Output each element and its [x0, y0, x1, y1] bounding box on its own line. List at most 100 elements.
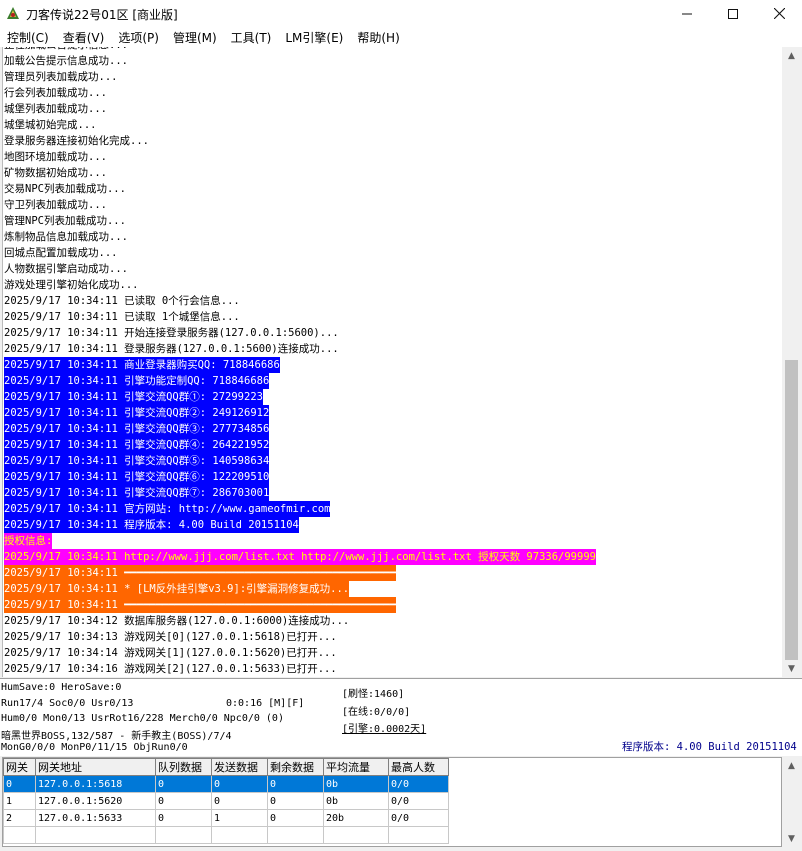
log-line: 2025/9/17 10:34:11 引擎交流QQ群⑦: 286703001: [3, 485, 782, 501]
minimize-button[interactable]: [664, 0, 710, 27]
log-line-text: 正在加载公告提示信息...: [4, 47, 128, 51]
log-line: 2025/9/17 10:34:11 引擎功能定制QQ: 718846686: [3, 373, 782, 389]
grid-header-row: 网关 网关地址 队列数据 发送数据 剩余数据 平均流量 最高人数: [3, 758, 449, 776]
log-line: 2025/9/17 10:34:11 官方网站: http://www.game…: [3, 501, 782, 517]
log-line-text: 2025/9/17 10:34:14 游戏网关[1](127.0.0.1:562…: [4, 647, 337, 659]
log-line-text: 2025/9/17 10:34:11 引擎交流QQ群①: 27299223: [4, 389, 263, 405]
grid-scrollbar[interactable]: ▲ ▼: [783, 757, 800, 847]
log-line-text: 2025/9/17 10:34:11 引擎功能定制QQ: 718846686: [4, 373, 270, 389]
title-bar: 刀客传说22号01区 [商业版]: [0, 0, 802, 27]
log-line: 2025/9/17 10:34:11 ━━━━━━━━━━━━━━━━━━━━━…: [3, 597, 782, 613]
grid-cell: 127.0.0.1:5633: [35, 809, 156, 827]
menu-view[interactable]: 查看(V): [56, 27, 112, 47]
log-line-text: 管理NPC列表加载成功...: [4, 215, 126, 227]
log-line-text: 行会列表加载成功...: [4, 87, 107, 99]
log-line: 2025/9/17 10:34:11 引擎交流QQ群⑤: 140598634: [3, 453, 782, 469]
grid-cell: 0: [267, 775, 324, 793]
status-hum: Hum0/0 Mon0/13 UsrRot16/228 Merch0/0 Npc…: [1, 713, 284, 724]
scroll-up-icon[interactable]: ▲: [783, 47, 800, 64]
menu-options[interactable]: 选项(P): [111, 27, 166, 47]
grid-cell: [267, 826, 324, 844]
log-line-text: 2025/9/17 10:34:11 引擎交流QQ群④: 264221952: [4, 437, 270, 453]
grid-cell: 20b: [323, 809, 389, 827]
log-line: 授权信息:: [3, 533, 782, 549]
maximize-icon: [728, 8, 738, 19]
log-content: 正在加载公告提示信息... 加载公告提示信息成功... 管理员列表加载成功... 行会…: [3, 47, 782, 677]
table-row[interactable]: [3, 826, 449, 844]
table-row[interactable]: 1 127.0.0.1:5620 0 0 0 0b 0/0: [3, 792, 449, 810]
menu-lm-engine[interactable]: LM引擎(E): [278, 27, 350, 47]
grid-cell: [155, 826, 212, 844]
log-line-text: 2025/9/17 10:34:11 引擎交流QQ群③: 277734856: [4, 421, 270, 437]
log-line: 炼制物品信息加载成功...: [3, 229, 782, 245]
log-line: 2025/9/17 10:34:12 数据库服务器(127.0.0.1:6000…: [3, 613, 782, 629]
grid-cell: 0: [3, 775, 36, 793]
maximize-button[interactable]: [710, 0, 756, 27]
log-line: 2025/9/17 10:34:11 * [LM反外挂引擎v3.9]:引擎漏洞修…: [3, 581, 782, 597]
grid-header-cell[interactable]: 发送数据: [211, 758, 268, 776]
log-line: 2025/9/17 10:34:13 游戏网关[0](127.0.0.1:561…: [3, 629, 782, 645]
log-line: 管理NPC列表加载成功...: [3, 213, 782, 229]
log-line: 2025/9/17 10:34:14 游戏网关[1](127.0.0.1:562…: [3, 645, 782, 661]
log-line-text: 2025/9/17 10:34:11 官方网站: http://www.game…: [4, 501, 331, 517]
log-line: 2025/9/17 10:34:11 程序版本: 4.00 Build 2015…: [3, 517, 782, 533]
log-line: 2025/9/17 10:34:11 引擎交流QQ群①: 27299223: [3, 389, 782, 405]
grid-cell: 127.0.0.1:5620: [35, 792, 156, 810]
log-line: 地图环境加载成功...: [3, 149, 782, 165]
log-line-text: 回城点配置加载成功...: [4, 247, 118, 259]
status-engine[interactable]: [引擎:0.0002天]: [342, 720, 426, 735]
grid-scroll-up-icon[interactable]: ▲: [783, 757, 800, 774]
log-line: 2025/9/17 10:34:11 引擎交流QQ群④: 264221952: [3, 437, 782, 453]
log-line-text: 城堡列表加载成功...: [4, 103, 107, 115]
menu-manage[interactable]: 管理(M): [166, 27, 224, 47]
menu-tools[interactable]: 工具(T): [224, 27, 279, 47]
grid-header-cell[interactable]: 网关: [3, 758, 36, 776]
log-line-text: 2025/9/17 10:34:11 商业登录器购买QQ: 718846686: [4, 357, 280, 373]
close-button[interactable]: [756, 0, 802, 27]
log-line: 城堡城初始完成...: [3, 117, 782, 133]
log-line-text: 交易NPC列表加载成功...: [4, 183, 126, 195]
grid-cell: [211, 826, 268, 844]
menu-help[interactable]: 帮助(H): [350, 27, 406, 47]
log-line: 2025/9/17 10:34:11 引擎交流QQ群③: 277734856: [3, 421, 782, 437]
status-panel: HumSave:0 HeroSave:0 Run17/4 Soc0/0 Usr0…: [0, 678, 802, 756]
scroll-down-icon[interactable]: ▼: [783, 660, 800, 677]
log-line-text: 2025/9/17 10:34:11 已读取 0个行会信息...: [4, 295, 240, 307]
status-uptime: 0:0:16 [M][F]: [226, 698, 305, 709]
grid-cell: 0/0: [388, 775, 449, 793]
grid-cell: [3, 826, 36, 844]
grid-header-cell[interactable]: 网关地址: [35, 758, 156, 776]
table-row[interactable]: 2 127.0.0.1:5633 0 1 0 20b 0/0: [3, 809, 449, 827]
grid-header-cell[interactable]: 最高人数: [388, 758, 449, 776]
grid-scroll-down-icon[interactable]: ▼: [783, 830, 800, 847]
grid-cell: [388, 826, 449, 844]
log-line-text: 2025/9/17 10:34:12 数据库服务器(127.0.0.1:6000…: [4, 615, 350, 627]
log-line: 2025/9/17 10:34:11 http://www.jjj.com/li…: [3, 549, 782, 565]
log-line: 2025/9/17 10:34:11 已读取 1个城堡信息...: [3, 309, 782, 325]
status-refresh-monster: [刷怪:1460]: [342, 689, 405, 700]
log-panel[interactable]: 正在加载公告提示信息... 加载公告提示信息成功... 管理员列表加载成功... 行会…: [2, 47, 782, 677]
gateway-grid[interactable]: 网关 网关地址 队列数据 发送数据 剩余数据 平均流量 最高人数 0 127.0.0.1:56…: [2, 757, 782, 847]
log-line-text: 2025/9/17 10:34:11 程序版本: 4.00 Build 2015…: [4, 517, 299, 533]
log-line: 2025/9/17 10:34:16 游戏网关[2](127.0.0.1:563…: [3, 661, 782, 677]
grid-header-cell[interactable]: 队列数据: [155, 758, 212, 776]
grid-cell: 0: [155, 792, 212, 810]
grid-cell: 0: [211, 775, 268, 793]
grid-cell: 1: [3, 792, 36, 810]
log-line-text: 城堡城初始完成...: [4, 119, 97, 131]
log-line: 守卫列表加载成功...: [3, 197, 782, 213]
menu-control[interactable]: 控制(C): [0, 27, 56, 47]
log-line: 行会列表加载成功...: [3, 85, 782, 101]
log-line: 2025/9/17 10:34:11 登录服务器(127.0.0.1:5600)…: [3, 341, 782, 357]
log-scrollbar[interactable]: ▲ ▼: [783, 47, 800, 677]
grid-cell: 0: [267, 809, 324, 827]
status-boss: 暗黑世界BOSS,132/587 - 新手教主(BOSS)/7/4: [1, 731, 232, 742]
log-line-text: 2025/9/17 10:34:11 引擎交流QQ群⑦: 286703001: [4, 485, 270, 501]
log-line-text: 2025/9/17 10:34:11 引擎交流QQ群⑤: 140598634: [4, 453, 270, 469]
grid-cell: 0b: [323, 792, 389, 810]
grid-header-cell[interactable]: 剩余数据: [267, 758, 324, 776]
grid-cell: [35, 826, 156, 844]
table-row[interactable]: 0 127.0.0.1:5618 0 0 0 0b 0/0: [3, 775, 449, 793]
grid-header-cell[interactable]: 平均流量: [323, 758, 389, 776]
scroll-thumb[interactable]: [785, 360, 798, 660]
